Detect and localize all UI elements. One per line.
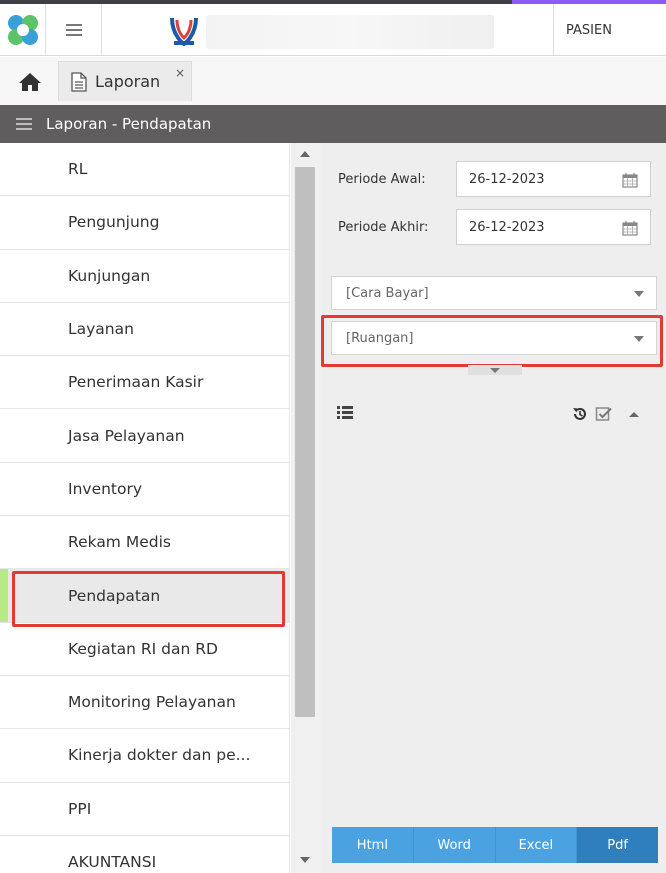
brand-name-blurred	[206, 15, 494, 49]
app-logo-icon[interactable]	[0, 4, 46, 56]
collapse-toggle[interactable]	[468, 365, 522, 375]
periode-awal-value: 26-12-2023	[469, 171, 545, 187]
menu-item-pengunjung[interactable]: Pengunjung	[0, 196, 289, 250]
menu-item-label: PPI	[68, 799, 92, 818]
user-menu[interactable]: PASIEN	[553, 4, 666, 56]
document-icon	[71, 71, 87, 92]
menu-item-jasa-pelayanan[interactable]: Jasa Pelayanan	[0, 409, 289, 463]
menu-item-penerimaan-kasir[interactable]: Penerimaan Kasir	[0, 356, 289, 410]
menu-item-label: Kegiatan RI dan RD	[68, 639, 218, 658]
menu-item-label: Monitoring Pelayanan	[68, 693, 236, 712]
panel-tools	[571, 405, 639, 423]
scroll-thumb[interactable]	[295, 167, 315, 717]
history-icon[interactable]	[571, 405, 589, 423]
list-icon[interactable]	[337, 406, 353, 420]
user-menu-label: PASIEN	[566, 22, 612, 38]
export-excel-button[interactable]: Excel	[495, 827, 578, 863]
periode-akhir-input[interactable]: 26-12-2023	[456, 209, 651, 245]
export-toolbar: Html Word Excel Pdf	[332, 827, 658, 863]
hamburger-icon	[65, 24, 82, 36]
tab-laporan-label: Laporan	[95, 72, 161, 91]
menu-item-kunjungan[interactable]: Kunjungan	[0, 250, 289, 303]
tab-bar: Laporan ×	[0, 57, 666, 105]
periode-akhir-label: Periode Akhir:	[338, 220, 429, 235]
menu-item-label: Pengunjung	[68, 213, 160, 232]
menu-item-kegiatan-ri-rd[interactable]: Kegiatan RI dan RD	[0, 623, 289, 676]
menu-toggle-button[interactable]	[46, 4, 102, 56]
section-title: Laporan - Pendapatan	[46, 115, 212, 133]
chevron-down-icon	[490, 367, 500, 373]
menu-item-monitoring-pelayanan[interactable]: Monitoring Pelayanan	[0, 676, 289, 730]
chevron-down-icon	[634, 291, 644, 297]
menu-item-label: Rekam Medis	[68, 533, 171, 552]
menu-item-label: Jasa Pelayanan	[68, 426, 185, 445]
menu-item-pendapatan[interactable]: Pendapatan	[0, 569, 289, 623]
menu-item-label: Kunjungan	[68, 266, 151, 285]
calendar-icon[interactable]	[622, 220, 638, 236]
menu-item-label: RL	[68, 160, 88, 179]
export-pdf-button[interactable]: Pdf	[577, 827, 658, 863]
brand-logo-icon	[170, 17, 198, 47]
section-hamburger-icon[interactable]	[16, 118, 32, 130]
menu-item-layanan[interactable]: Layanan	[0, 303, 289, 357]
periode-awal-label: Periode Awal:	[338, 172, 426, 187]
home-icon	[19, 73, 41, 91]
ruangan-select[interactable]: [Ruangan]	[331, 321, 657, 355]
calendar-icon[interactable]	[622, 172, 638, 188]
tab-close-icon[interactable]: ×	[175, 66, 185, 80]
top-bar: PASIEN	[0, 0, 666, 56]
menu-item-inventory[interactable]: Inventory	[0, 463, 289, 517]
check-square-icon[interactable]	[595, 405, 613, 423]
tab-laporan[interactable]: Laporan ×	[58, 61, 192, 101]
menu-item-rl[interactable]: RL	[0, 143, 289, 197]
periode-akhir-value: 26-12-2023	[469, 219, 545, 235]
app-logo-svg	[7, 15, 38, 45]
export-word-button[interactable]: Word	[413, 827, 496, 863]
export-html-button[interactable]: Html	[332, 827, 414, 863]
report-menu: RL Pengunjung Kunjungan Layanan Penerima…	[0, 143, 290, 873]
menu-item-label: Inventory	[68, 479, 143, 498]
menu-item-label: Kinerja dokter dan pe...	[68, 746, 251, 765]
chevron-down-icon	[634, 336, 644, 342]
cara-bayar-select[interactable]: [Cara Bayar]	[331, 276, 657, 310]
cara-bayar-placeholder: [Cara Bayar]	[346, 285, 429, 301]
menu-item-akuntansi[interactable]: AKUNTANSI	[0, 836, 289, 873]
menu-scrollbar[interactable]	[291, 143, 321, 873]
ruangan-placeholder: [Ruangan]	[346, 330, 414, 346]
scroll-up-arrow-icon[interactable]	[300, 151, 310, 157]
section-header: Laporan - Pendapatan	[0, 105, 666, 143]
home-button[interactable]	[14, 69, 46, 95]
menu-item-rekam-medis[interactable]: Rekam Medis	[0, 516, 289, 570]
menu-item-ppi[interactable]: PPI	[0, 783, 289, 836]
filter-panel: Periode Awal: 26-12-2023 Periode Akhir: …	[321, 143, 666, 873]
menu-item-kinerja-dokter[interactable]: Kinerja dokter dan pe...	[0, 729, 289, 783]
menu-item-label: Penerimaan Kasir	[68, 373, 204, 392]
chevron-up-icon[interactable]	[629, 411, 639, 417]
menu-item-label: Pendapatan	[68, 586, 161, 605]
scroll-down-arrow-icon[interactable]	[300, 857, 310, 863]
periode-awal-input[interactable]: 26-12-2023	[456, 161, 651, 197]
brand-logo	[166, 14, 206, 50]
menu-item-label: AKUNTANSI	[68, 853, 157, 871]
menu-item-label: Layanan	[68, 320, 134, 339]
